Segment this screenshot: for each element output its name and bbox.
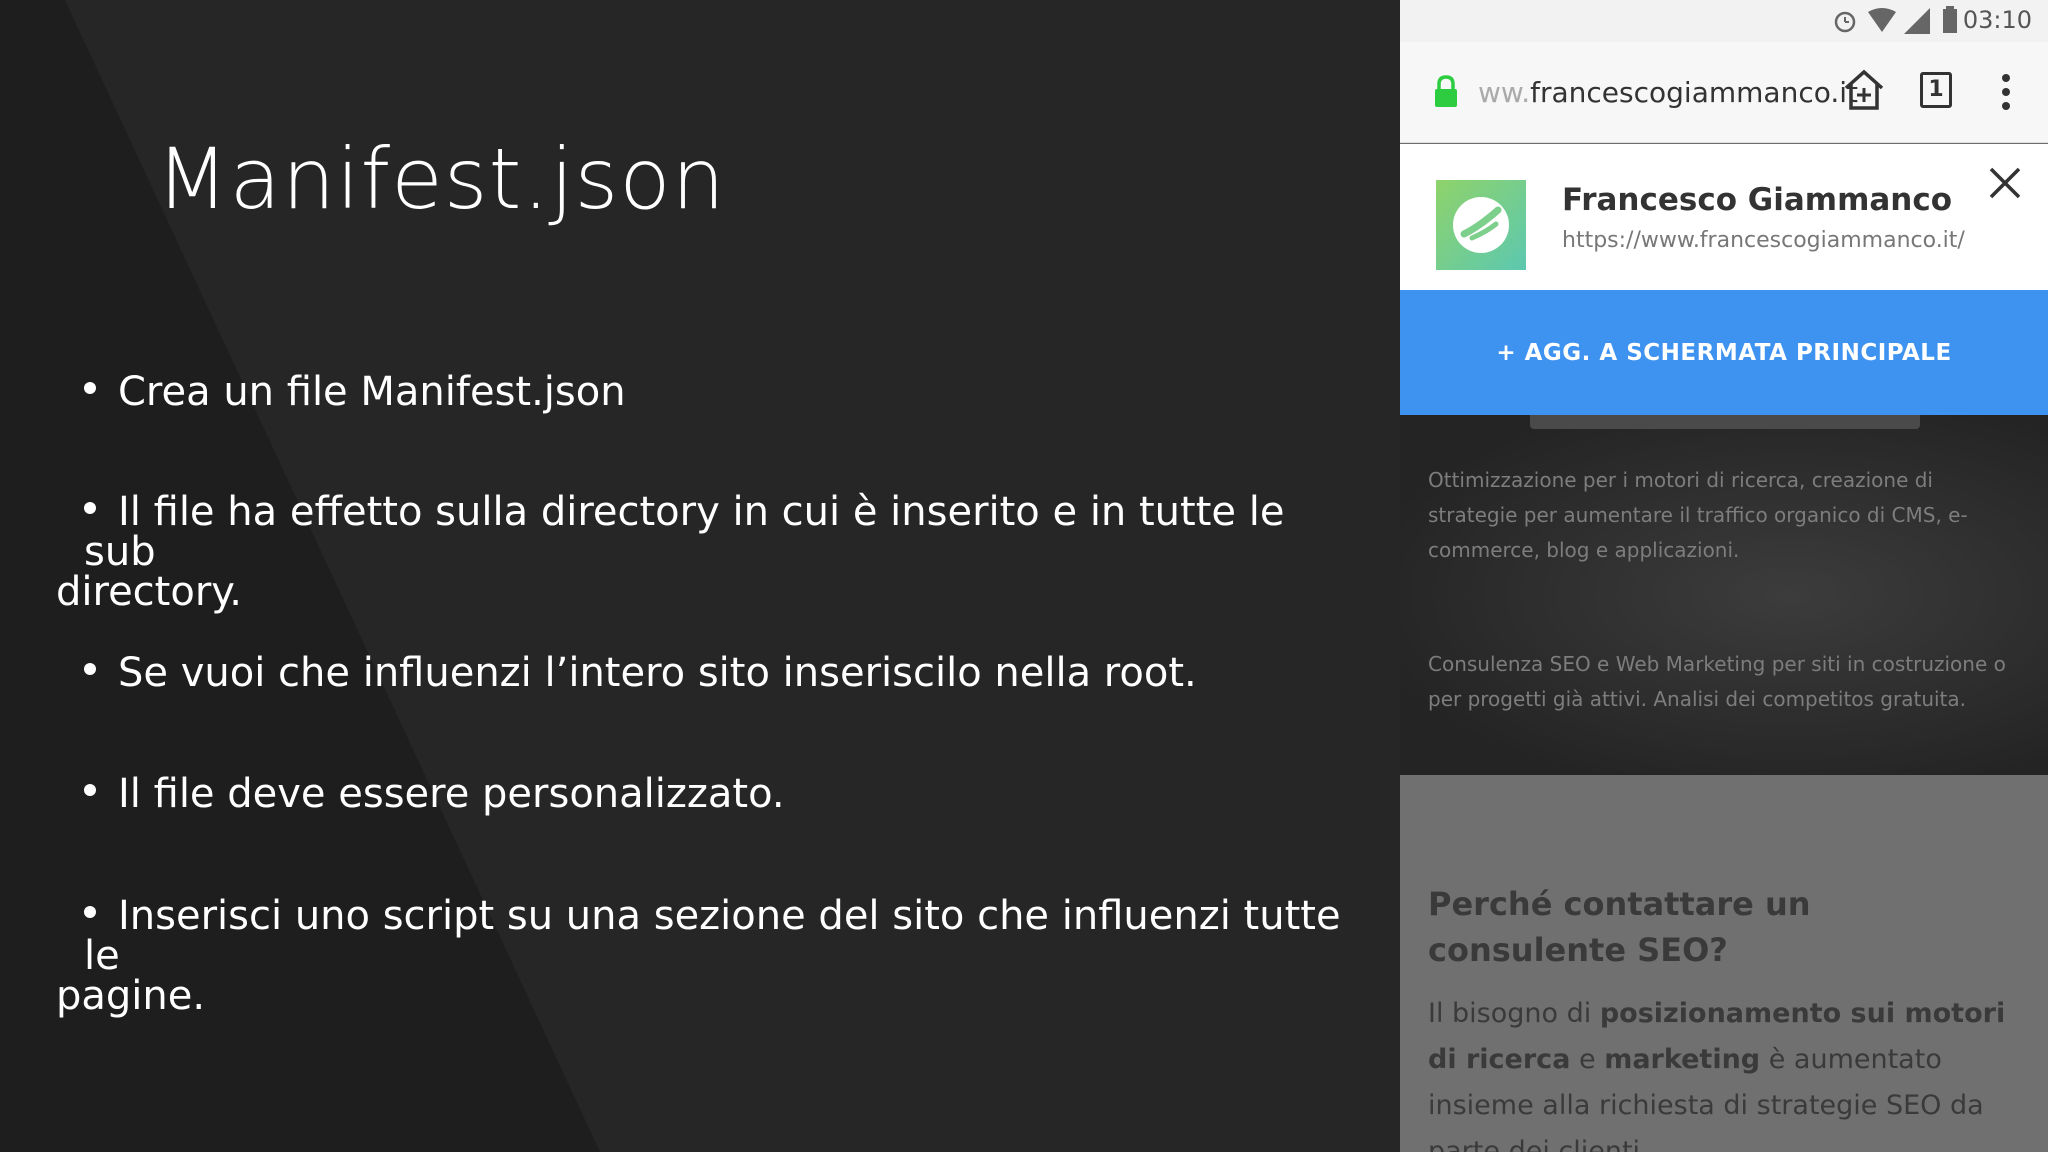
content-section: Perché contattare un consulente SEO? Il … <box>1400 775 2048 1152</box>
slide-title: Manifest.json <box>156 130 726 228</box>
hero-paragraph: Ottimizzazione per i motori di ricerca, … <box>1428 468 1968 562</box>
bullet-item: Il file ha effetto sulla directory in cu… <box>56 489 1364 612</box>
battery-icon <box>1943 6 1957 33</box>
url-field[interactable]: ww.francescogiammanco.it <box>1478 76 1858 109</box>
install-banner: Francesco Giammanco https://www.francesc… <box>1400 144 2048 290</box>
text-run: e <box>1570 1044 1605 1075</box>
lock-icon <box>1435 75 1457 107</box>
text-run-bold: marketing <box>1604 1044 1761 1075</box>
bullet-text: Crea un file Manifest.json <box>118 369 626 415</box>
site-logo <box>1436 180 1526 270</box>
bullet-dot <box>84 906 96 918</box>
bullet-dot <box>84 663 96 675</box>
status-bar: 03:10 <box>1400 0 2048 42</box>
bullet-text: Il file deve essere personalizzato. <box>118 771 785 817</box>
browser-toolbar: ww.francescogiammanco.it 1 <box>1400 42 2048 143</box>
hero-section: Ottimizzazione per i motori di ricerca, … <box>1400 415 2048 775</box>
bullet-text: Se vuoi che influenzi l’intero sito inse… <box>118 650 1197 696</box>
url-prefix: ww. <box>1478 76 1531 109</box>
hero-paragraph: Consulenza SEO e Web Marketing per siti … <box>1428 652 2006 711</box>
wifi-icon <box>1868 8 1896 32</box>
bullet-dot <box>84 382 96 394</box>
phone-screenshot: 03:10 ww.francescogiammanco.it 1 Frances… <box>1400 0 2048 1152</box>
url-domain: francescogiammanco.it <box>1530 76 1859 109</box>
close-icon[interactable] <box>1988 166 2022 200</box>
section-heading: Perché contattare un consulente SEO? <box>1428 885 1811 969</box>
bullet-item: Il file deve essere personalizzato. <box>84 774 1364 814</box>
section-paragraph: Il bisogno di posizionamento sui motori … <box>1428 991 2028 1152</box>
alarm-icon <box>1834 11 1856 33</box>
signal-icon <box>1904 8 1930 34</box>
add-to-home-screen-button[interactable]: + AGG. A SCHERMATA PRINCIPALE <box>1400 290 2048 415</box>
site-name: Francesco Giammanco <box>1562 182 1953 218</box>
hero-heading-fragment <box>1530 415 1920 429</box>
bullet-text: Inserisci uno script su una sezione del … <box>84 893 1341 979</box>
slide-panel: Manifest.json Crea un file Manifest.json… <box>0 0 1400 1152</box>
bullet-text-continued: directory. <box>56 569 242 615</box>
tab-count: 1 <box>1928 77 1944 102</box>
tabs-icon[interactable]: 1 <box>1920 72 1952 108</box>
bullet-dot <box>84 784 96 796</box>
bullet-item: Crea un file Manifest.json <box>84 372 1364 412</box>
bullet-item: Se vuoi che influenzi l’intero sito inse… <box>84 653 1364 693</box>
bullet-item: Inserisci uno script su una sezione del … <box>56 893 1364 1016</box>
home-add-icon[interactable] <box>1842 68 1886 112</box>
bullet-text-continued: pagine. <box>56 973 206 1019</box>
bullet-dot <box>84 502 96 514</box>
site-url: https://www.francescogiammanco.it/ <box>1562 228 1965 253</box>
text-run: Il bisogno di <box>1428 998 1600 1029</box>
status-time: 03:10 <box>1962 6 2032 34</box>
more-vert-icon[interactable] <box>2000 72 2012 112</box>
bullet-text: Il file ha effetto sulla directory in cu… <box>84 489 1285 575</box>
site-logo-icon <box>1453 197 1509 253</box>
